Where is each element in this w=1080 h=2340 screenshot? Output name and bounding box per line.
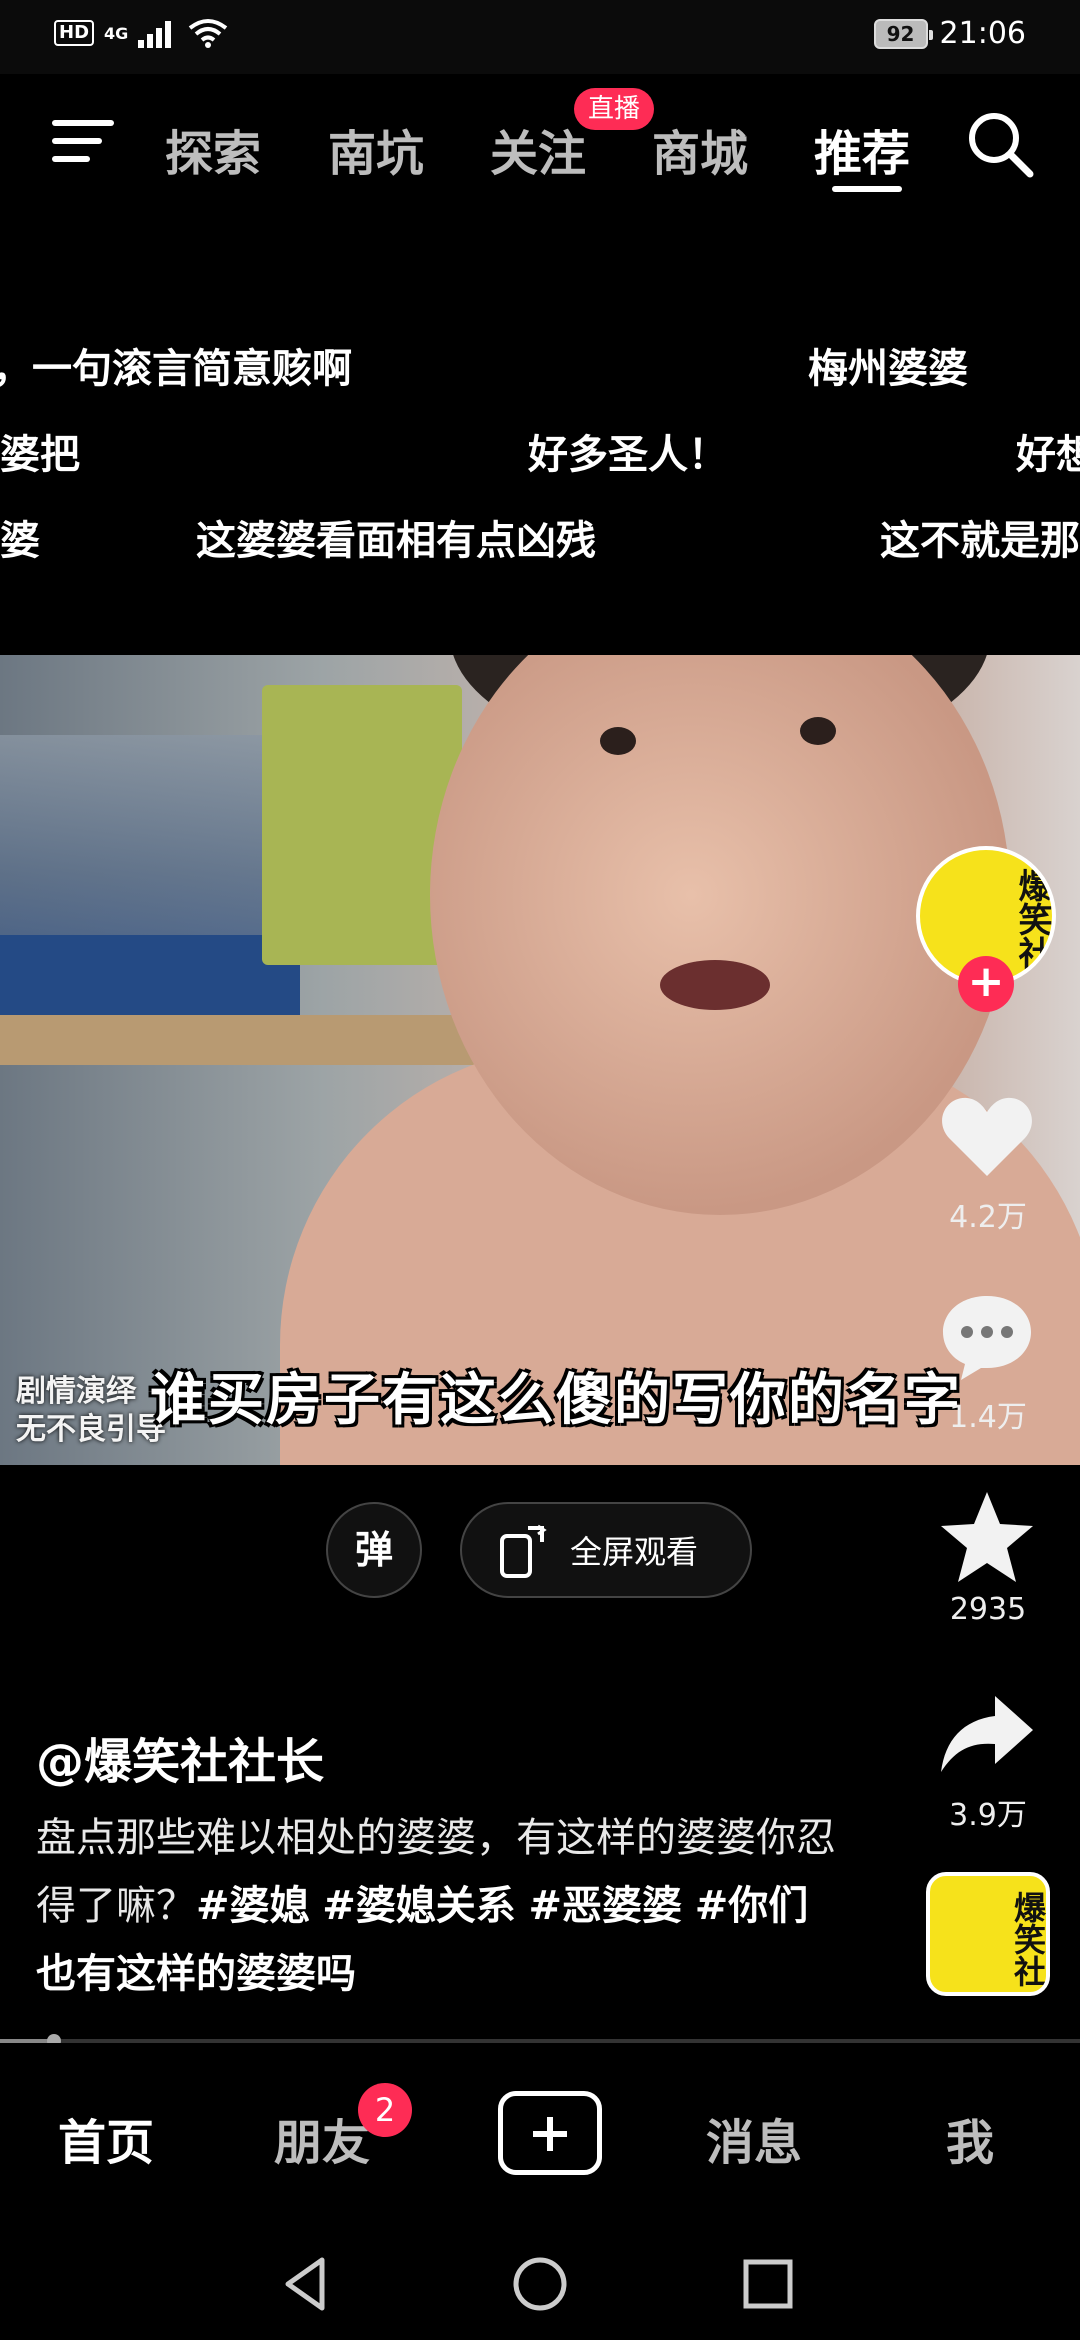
comment-icon[interactable] xyxy=(937,1288,1037,1388)
danmaku-comment: 这不就是那 xyxy=(880,518,1080,564)
network-type: 4G xyxy=(104,23,129,43)
danmaku-comment: 婆把 xyxy=(0,432,80,478)
battery-icon: 92 xyxy=(873,18,933,49)
danmaku-comment: 好多圣人！ xyxy=(528,432,728,478)
system-nav-bar xyxy=(0,2228,1080,2340)
hashtag[interactable]: #恶婆婆 xyxy=(528,1883,682,1929)
follow-button[interactable]: + xyxy=(958,956,1014,1012)
nav-friends[interactable]: 朋友 xyxy=(274,2103,370,2173)
danmu-toggle-button[interactable]: 弹 xyxy=(326,1502,422,1598)
danmaku-comment: 好想 xyxy=(1016,432,1080,478)
danmaku-comment: 这婆婆看面相有点凶残 xyxy=(196,518,596,564)
danmaku-comment: 梅州婆婆 xyxy=(808,346,968,392)
search-icon[interactable] xyxy=(966,110,1034,178)
author-name[interactable]: @爆笑社社长 xyxy=(36,1722,324,1792)
wifi-icon xyxy=(189,19,228,48)
back-icon[interactable] xyxy=(276,2252,340,2316)
favorite-star-icon[interactable] xyxy=(937,1488,1037,1588)
rotate-screen-icon xyxy=(500,1524,547,1578)
like-count: 4.2万 xyxy=(949,1200,1027,1235)
nav-home[interactable]: 首页 xyxy=(58,2103,154,2173)
tab-mall[interactable]: 商城 xyxy=(652,114,748,184)
favorite-count: 2935 xyxy=(949,1592,1027,1627)
tab-recommend[interactable]: 推荐 xyxy=(814,114,910,184)
video-player[interactable]: 剧情演绎 无不良引导 谁买房子有这么傻的写你的名字 xyxy=(0,655,1080,1465)
home-circle-icon[interactable] xyxy=(508,2252,572,2316)
comment-count: 1.4万 xyxy=(949,1400,1027,1435)
status-left: HD 4G xyxy=(54,18,228,48)
video-watermark: 剧情演绎 无不良引导 xyxy=(16,1374,166,1447)
signal-icon xyxy=(138,21,172,48)
status-right: 92 21:06 xyxy=(873,16,1026,51)
live-badge: 直播 xyxy=(574,88,655,130)
video-subtitle: 谁买房子有这么傻的写你的名字 xyxy=(150,1368,962,1433)
danmaku-comment: 婆 xyxy=(0,518,40,564)
hashtag[interactable]: #婆媳 xyxy=(196,1883,310,1929)
menu-icon[interactable] xyxy=(52,118,114,164)
share-icon[interactable] xyxy=(937,1686,1037,1786)
friends-badge: 2 xyxy=(358,2083,412,2137)
status-bar: HD 4G 92 21:06 xyxy=(0,0,1080,74)
active-tab-indicator xyxy=(832,186,902,192)
recents-square-icon[interactable] xyxy=(736,2252,800,2316)
fullscreen-button[interactable]: 全屏观看 xyxy=(460,1502,752,1598)
clock: 21:06 xyxy=(939,16,1026,51)
danmaku-comment: ，一句滚言简意赅啊 xyxy=(0,346,352,392)
nav-me[interactable]: 我 xyxy=(946,2103,994,2173)
tab-following[interactable]: 关注 xyxy=(490,114,586,184)
post-description: 盘点那些难以相处的婆婆，有这样的婆婆你忍得了嘛？#婆媳 #婆媳关系 #恶婆婆 #… xyxy=(36,1804,836,2008)
nav-messages[interactable]: 消息 xyxy=(706,2103,802,2173)
tab-local[interactable]: 南坑 xyxy=(328,114,424,184)
share-count: 3.9万 xyxy=(949,1798,1027,1833)
hd-indicator: HD xyxy=(54,20,95,46)
hashtag[interactable]: #婆媳关系 xyxy=(322,1883,516,1929)
top-nav: 探索 南坑 关注 直播 商城 推荐 xyxy=(0,74,1080,214)
create-button[interactable] xyxy=(498,2091,602,2175)
fullscreen-label: 全屏观看 xyxy=(570,1533,699,1571)
tab-explore[interactable]: 探索 xyxy=(165,114,261,184)
music-disc[interactable]: 爆笑社 xyxy=(926,1872,1050,1996)
like-icon[interactable] xyxy=(937,1088,1037,1188)
bottom-nav: 首页 朋友 2 消息 我 xyxy=(0,2043,1080,2228)
